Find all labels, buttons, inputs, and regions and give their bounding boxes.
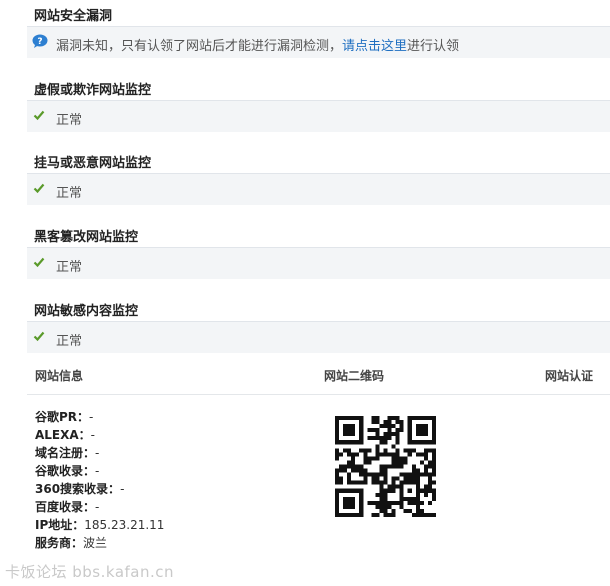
svg-text:?: ? [37, 37, 42, 47]
info-value: 185.23.21.11 [84, 518, 165, 532]
check-icon [33, 331, 45, 342]
info-value: - [89, 410, 94, 424]
section-title-fraud-monitor: 虚假或欺诈网站监控 [34, 83, 152, 98]
sensitive-content-monitor-status: 正常 [56, 334, 83, 349]
check-icon [33, 183, 45, 194]
check-icon [33, 110, 45, 121]
info-row-domain: 域名注册：- [35, 444, 164, 462]
info-key: 服务商： [35, 536, 84, 550]
info-key: 谷歌收录： [35, 464, 96, 478]
site-info-list: 谷歌PR：- ALEXA：- 域名注册：- 谷歌收录：- 360搜索收录：- 百… [35, 408, 164, 552]
info-row-baidu-index: 百度收录：- [35, 498, 164, 516]
info-row-360-index: 360搜索收录：- [35, 480, 164, 498]
claim-site-link[interactable]: 请点击这里 [342, 39, 407, 54]
info-key: 域名注册： [35, 446, 96, 460]
vulnerability-text-suffix: 进行认领 [407, 39, 460, 54]
fraud-monitor-status: 正常 [56, 113, 83, 128]
vulnerability-message: 漏洞未知，只有认领了网站后才能进行漏洞检测，请点击这里进行认领 [56, 35, 459, 54]
question-bubble-icon: ? [32, 34, 48, 48]
info-value: - [120, 482, 125, 496]
fraud-monitor-bar: 正常 [27, 100, 610, 132]
qr-code-image [335, 416, 436, 517]
info-key: IP地址： [35, 518, 85, 532]
vulnerability-text: 漏洞未知，只有认领了网站后才能进行漏洞检测， [56, 39, 343, 54]
tab-site-info: 网站信息 [35, 369, 84, 383]
tab-site-qr: 网站二维码 [324, 369, 385, 383]
info-value: - [95, 446, 100, 460]
forum-watermark: 卡饭论坛 bbs.kafan.cn [5, 563, 175, 581]
info-key: 360搜索收录： [35, 482, 121, 496]
info-value: - [95, 464, 100, 478]
info-row-provider: 服务商：波兰 [35, 534, 164, 552]
info-row-alexa: ALEXA：- [35, 426, 164, 444]
sensitive-content-monitor-bar: 正常 [27, 321, 610, 353]
info-key: 百度收录： [35, 500, 96, 514]
info-row-google-index: 谷歌收录：- [35, 462, 164, 480]
section-title-tamper-monitor: 黑客篡改网站监控 [34, 230, 139, 245]
info-key: 谷歌PR： [35, 410, 90, 424]
malware-monitor-status: 正常 [56, 186, 83, 201]
check-icon [33, 257, 45, 268]
section-title-sensitive-content-monitor: 网站敏感内容监控 [34, 304, 139, 319]
tamper-monitor-status: 正常 [56, 260, 83, 275]
tab-site-cert: 网站认证 [545, 369, 594, 383]
info-row-ip: IP地址：185.23.21.11 [35, 516, 164, 534]
tamper-monitor-bar: 正常 [27, 247, 610, 279]
info-key: ALEXA： [35, 428, 91, 442]
section-title-vulnerability: 网站安全漏洞 [34, 9, 113, 24]
info-row-pr: 谷歌PR：- [35, 408, 164, 426]
info-value: - [90, 428, 96, 442]
malware-monitor-bar: 正常 [27, 173, 610, 205]
site-info-header: 网站信息 网站二维码 网站认证 [27, 357, 610, 395]
section-title-malware-monitor: 挂马或恶意网站监控 [34, 156, 152, 171]
info-value: 波兰 [83, 536, 108, 550]
vulnerability-status-bar: ? 漏洞未知，只有认领了网站后才能进行漏洞检测，请点击这里进行认领 [27, 26, 610, 58]
info-value: - [95, 500, 100, 514]
